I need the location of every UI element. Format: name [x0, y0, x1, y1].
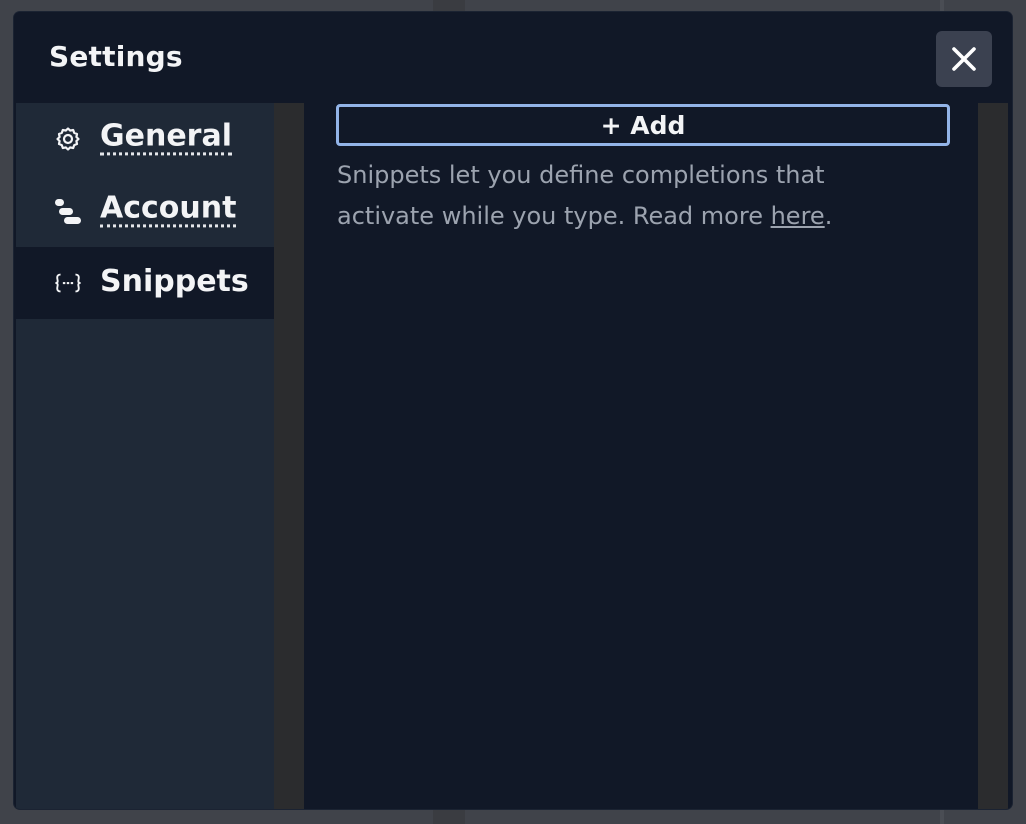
help-text-end: . — [824, 202, 833, 230]
settings-sidebar: General Account Snippets — [16, 103, 274, 809]
account-icon — [54, 197, 82, 225]
close-button[interactable] — [936, 31, 992, 87]
sidebar-item-label: Account — [100, 190, 237, 227]
scrollbar-track[interactable] — [978, 103, 1008, 809]
snippets-icon — [54, 269, 82, 297]
snippets-help-text: Snippets let you define completions that… — [337, 155, 897, 237]
gear-icon — [54, 125, 82, 153]
sidebar-item-snippets[interactable]: Snippets — [16, 247, 274, 319]
add-snippet-button[interactable]: + Add — [336, 104, 950, 146]
settings-modal: Settings General Account Snippets + Add … — [14, 12, 1012, 809]
snippets-panel: + Add Snippets let you define completion… — [304, 103, 978, 809]
modal-title: Settings — [49, 40, 183, 73]
sidebar-item-label: General — [100, 118, 232, 155]
sidebar-item-label: Snippets — [100, 264, 249, 300]
sidebar-item-account[interactable]: Account — [16, 175, 274, 247]
sidebar-item-general[interactable]: General — [16, 103, 274, 175]
panel-divider — [274, 103, 304, 809]
close-icon — [952, 47, 976, 71]
modal-header: Settings — [14, 12, 1012, 103]
read-more-link[interactable]: here — [771, 202, 825, 230]
help-text-body: Snippets let you define completions that… — [337, 161, 825, 230]
